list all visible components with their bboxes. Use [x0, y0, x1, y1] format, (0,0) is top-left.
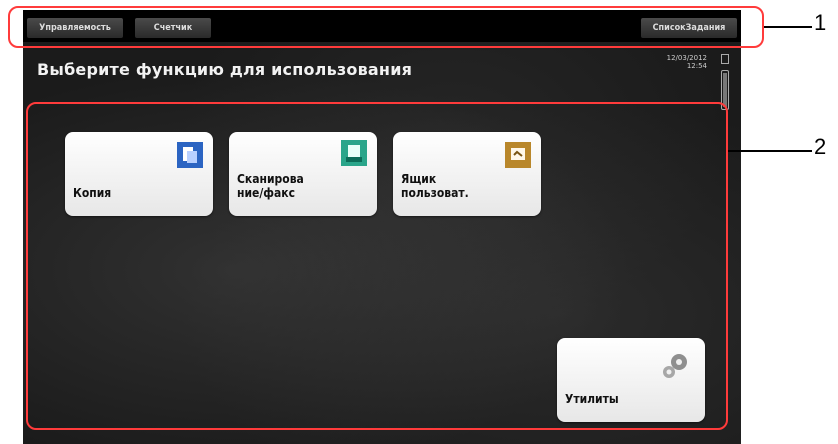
- copy-button[interactable]: Копия: [65, 132, 213, 216]
- copy-icon: [177, 142, 203, 168]
- scan-fax-icon: [341, 140, 367, 166]
- scan-fax-label: Сканирова ние/факс: [237, 172, 304, 200]
- datetime: 12/03/2012 12:54: [651, 54, 707, 70]
- top-bar: Управляемость Счетчик СписокЗадания: [23, 10, 741, 42]
- tab-counter[interactable]: Счетчик: [135, 18, 211, 38]
- page-title: Выберите функцию для использования: [37, 60, 413, 79]
- tab-management[interactable]: Управляемость: [27, 18, 123, 38]
- gear-icon: [663, 354, 687, 378]
- time-text: 12:54: [686, 62, 707, 70]
- scan-fax-button[interactable]: Сканирова ние/факс: [229, 132, 377, 216]
- user-box-icon: [505, 142, 531, 168]
- user-box-label: Ящик пользоват.: [401, 172, 469, 200]
- callout-1-line: [764, 26, 812, 28]
- memory-indicator: [721, 54, 729, 64]
- callout-1-number: 1: [814, 10, 827, 35]
- status-scrollbar[interactable]: [721, 70, 729, 110]
- user-box-button[interactable]: Ящик пользоват.: [393, 132, 541, 216]
- utilities-label: Утилиты: [565, 392, 619, 406]
- utilities-button[interactable]: Утилиты: [557, 338, 705, 422]
- copy-label: Копия: [73, 186, 112, 200]
- tab-job-list[interactable]: СписокЗадания: [641, 18, 737, 38]
- date-text: 12/03/2012: [666, 54, 707, 62]
- callout-2-line: [728, 150, 812, 152]
- callout-2-number: 2: [814, 134, 827, 159]
- control-panel-screen: Управляемость Счетчик СписокЗадания Выбе…: [23, 10, 741, 444]
- scrollbar-thumb[interactable]: [723, 73, 727, 107]
